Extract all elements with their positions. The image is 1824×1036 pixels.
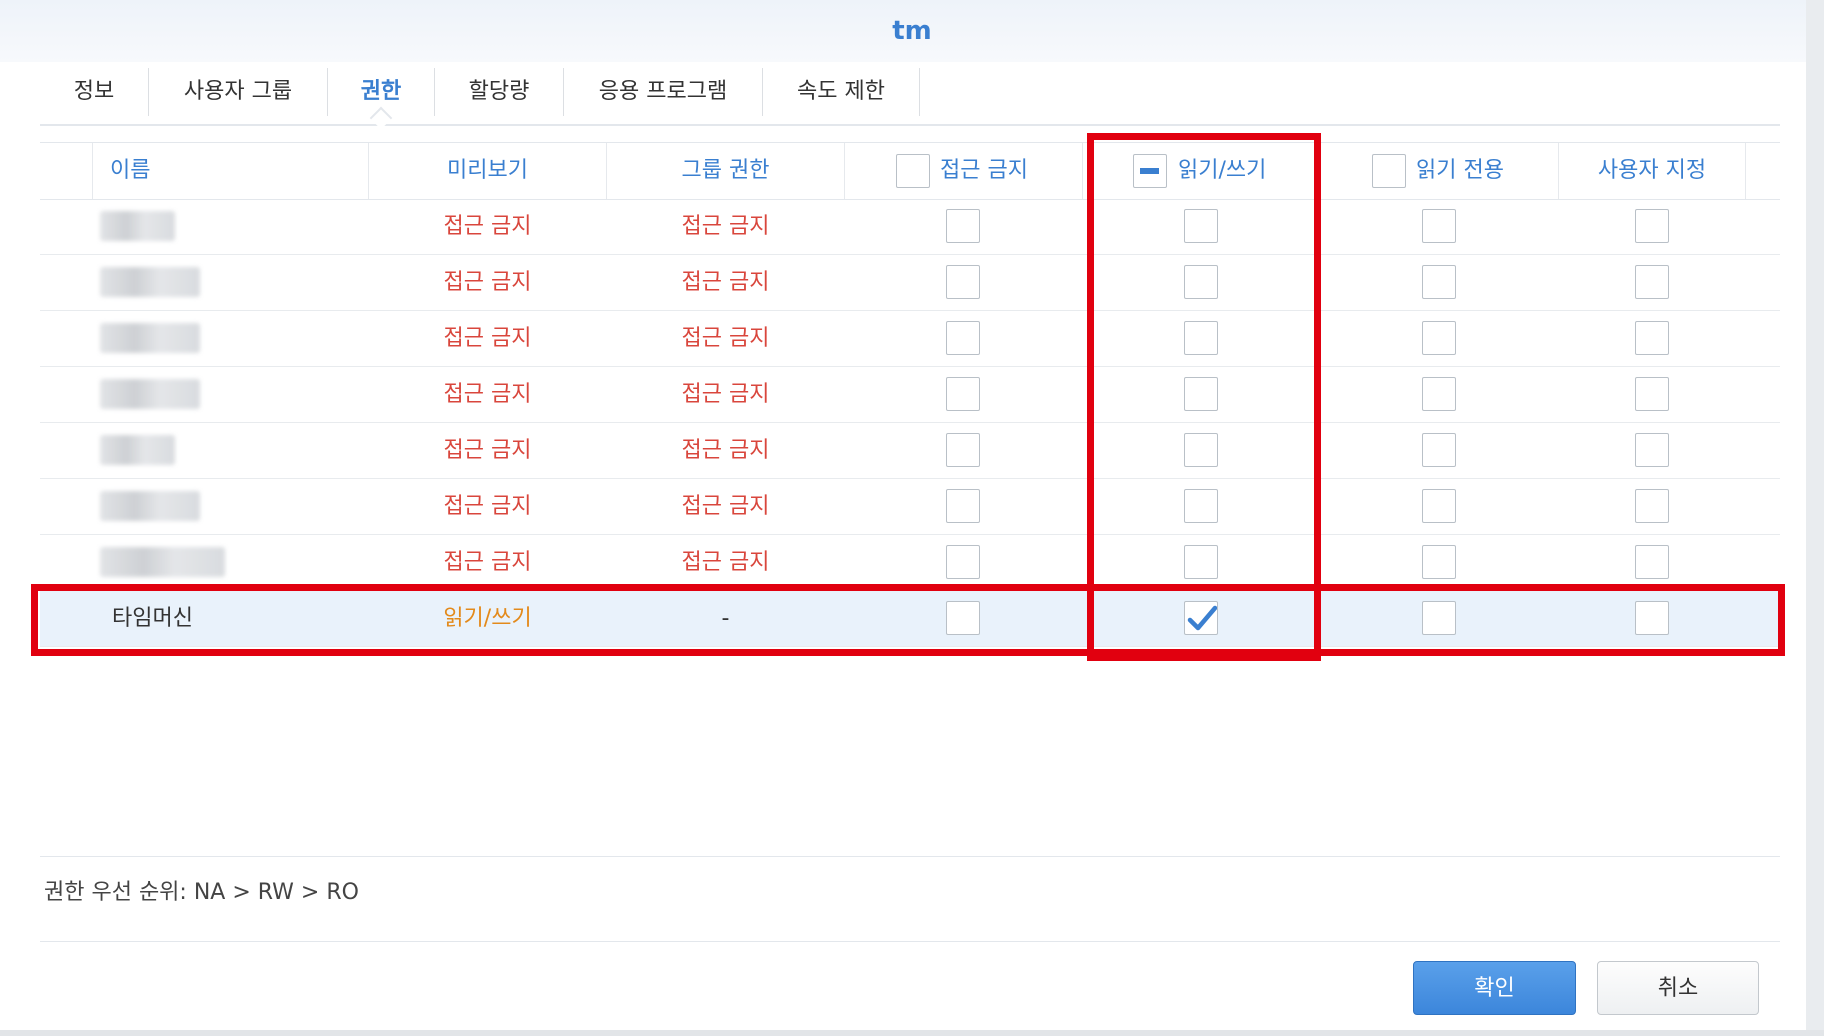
shared-folder-permissions-dialog: tm 정보 사용자 그룹 권한 할당량 응용 프로그램 속도 제한 이름 미리보… <box>0 0 1824 1036</box>
tab-user-groups[interactable]: 사용자 그룹 <box>149 66 327 118</box>
checkbox-custom[interactable] <box>1635 321 1669 355</box>
checkbox-custom[interactable] <box>1635 265 1669 299</box>
preview-cell: 접근 금지 <box>443 270 532 295</box>
tab-applications[interactable]: 응용 프로그램 <box>564 66 762 118</box>
tab-permissions[interactable]: 권한 <box>328 66 434 118</box>
preview-cell: 접근 금지 <box>443 550 532 575</box>
preview-cell: 접근 금지 <box>443 214 532 239</box>
table-row[interactable]: 접근 금지 접근 금지 <box>40 199 1780 255</box>
checkbox-read-write[interactable] <box>1184 265 1218 299</box>
user-name-redacted <box>100 379 200 409</box>
group-permission-cell: 접근 금지 <box>681 550 770 575</box>
user-name-redacted <box>100 547 225 577</box>
group-permission-cell: 접근 금지 <box>681 438 770 463</box>
checkbox-read-write[interactable] <box>1184 545 1218 579</box>
group-permission-cell: 접근 금지 <box>681 214 770 239</box>
table-row[interactable]: 접근 금지 접근 금지 <box>40 423 1780 479</box>
checkbox-read-only[interactable] <box>1422 601 1456 635</box>
column-divider <box>1745 143 1746 199</box>
table-row[interactable]: 접근 금지 접근 금지 <box>40 255 1780 311</box>
checkbox-read-only[interactable] <box>1422 209 1456 243</box>
user-name-redacted <box>100 323 200 353</box>
group-permission-cell: 접근 금지 <box>681 326 770 351</box>
checkbox-read-write[interactable] <box>1184 433 1218 467</box>
user-name-redacted <box>100 491 200 521</box>
cancel-button[interactable]: 취소 <box>1597 961 1759 1015</box>
column-header-no-access[interactable]: 접근 금지 <box>940 143 1080 199</box>
header-checkbox-no-access[interactable] <box>896 154 930 188</box>
user-name-cell: 타임머신 <box>112 606 193 631</box>
checkbox-read-only[interactable] <box>1422 545 1456 579</box>
user-name-redacted <box>100 435 175 465</box>
preview-cell: 읽기/쓰기 <box>443 606 532 631</box>
checkbox-read-only[interactable] <box>1422 377 1456 411</box>
checkbox-no-access[interactable] <box>946 209 980 243</box>
table-header-row: 이름 미리보기 그룹 권한 접근 금지 읽기/쓰기 읽기 전용 사용자 지정 <box>40 142 1780 200</box>
header-checkbox-read-only[interactable] <box>1372 154 1406 188</box>
column-header-preview[interactable]: 미리보기 <box>369 143 606 199</box>
checkbox-no-access[interactable] <box>946 433 980 467</box>
column-divider <box>92 143 93 199</box>
preview-cell: 접근 금지 <box>443 494 532 519</box>
group-permission-cell: - <box>721 606 730 631</box>
table-row[interactable]: 접근 금지 접근 금지 <box>40 311 1780 367</box>
column-divider <box>1320 143 1321 199</box>
tab-bar: 정보 사용자 그룹 권한 할당량 응용 프로그램 속도 제한 <box>40 62 1780 126</box>
user-name-redacted <box>100 211 175 241</box>
permission-priority-note: 권한 우선 순위: NA > RW > RO <box>44 880 359 905</box>
checkbox-read-only[interactable] <box>1422 321 1456 355</box>
checkbox-read-write[interactable] <box>1184 321 1218 355</box>
column-header-group-permission[interactable]: 그룹 권한 <box>607 143 844 199</box>
column-divider <box>844 143 845 199</box>
tab-speed-limit[interactable]: 속도 제한 <box>763 66 919 118</box>
checkbox-no-access[interactable] <box>946 377 980 411</box>
group-permission-cell: 접근 금지 <box>681 494 770 519</box>
checkbox-custom[interactable] <box>1635 545 1669 579</box>
preview-cell: 접근 금지 <box>443 438 532 463</box>
group-permission-cell: 접근 금지 <box>681 270 770 295</box>
tab-divider <box>919 68 920 116</box>
checkbox-custom[interactable] <box>1635 433 1669 467</box>
tab-quota[interactable]: 할당량 <box>435 66 563 118</box>
checkbox-no-access[interactable] <box>946 545 980 579</box>
table-row[interactable]: 접근 금지 접근 금지 <box>40 367 1780 423</box>
checkbox-read-write[interactable] <box>1184 377 1218 411</box>
column-header-read-write[interactable]: 읽기/쓰기 <box>1178 143 1328 199</box>
header-checkbox-read-write[interactable] <box>1133 154 1167 188</box>
column-divider <box>1082 143 1083 199</box>
checkbox-no-access[interactable] <box>946 265 980 299</box>
checkbox-read-only[interactable] <box>1422 489 1456 523</box>
checkbox-no-access[interactable] <box>946 321 980 355</box>
column-header-name[interactable]: 이름 <box>110 143 310 199</box>
group-permission-cell: 접근 금지 <box>681 382 770 407</box>
table-row[interactable]: 접근 금지 접근 금지 <box>40 535 1780 591</box>
background-window-edge <box>1806 0 1824 1036</box>
preview-cell: 접근 금지 <box>443 326 532 351</box>
checkmark-icon <box>1187 605 1217 631</box>
column-header-custom[interactable]: 사용자 지정 <box>1559 143 1745 199</box>
user-name-redacted <box>100 267 200 297</box>
checkbox-read-write[interactable] <box>1184 489 1218 523</box>
checkbox-custom[interactable] <box>1635 489 1669 523</box>
table-row[interactable]: 접근 금지 접근 금지 <box>40 479 1780 535</box>
checkbox-read-write-checked[interactable] <box>1184 601 1218 635</box>
tab-info[interactable]: 정보 <box>40 66 148 118</box>
window-title: tm <box>0 0 1824 62</box>
checkbox-custom[interactable] <box>1635 209 1669 243</box>
divider <box>40 941 1780 942</box>
preview-cell: 접근 금지 <box>443 382 532 407</box>
checkbox-read-only[interactable] <box>1422 433 1456 467</box>
background-window-edge <box>0 1030 1824 1036</box>
table-row-selected[interactable]: 타임머신 읽기/쓰기 - <box>40 591 1780 647</box>
column-header-read-only[interactable]: 읽기 전용 <box>1416 143 1566 199</box>
ok-button[interactable]: 확인 <box>1413 961 1576 1015</box>
checkbox-read-write[interactable] <box>1184 209 1218 243</box>
checkbox-read-only[interactable] <box>1422 265 1456 299</box>
checkbox-no-access[interactable] <box>946 489 980 523</box>
checkbox-custom[interactable] <box>1635 601 1669 635</box>
checkbox-no-access[interactable] <box>946 601 980 635</box>
checkbox-custom[interactable] <box>1635 377 1669 411</box>
divider <box>40 856 1780 857</box>
